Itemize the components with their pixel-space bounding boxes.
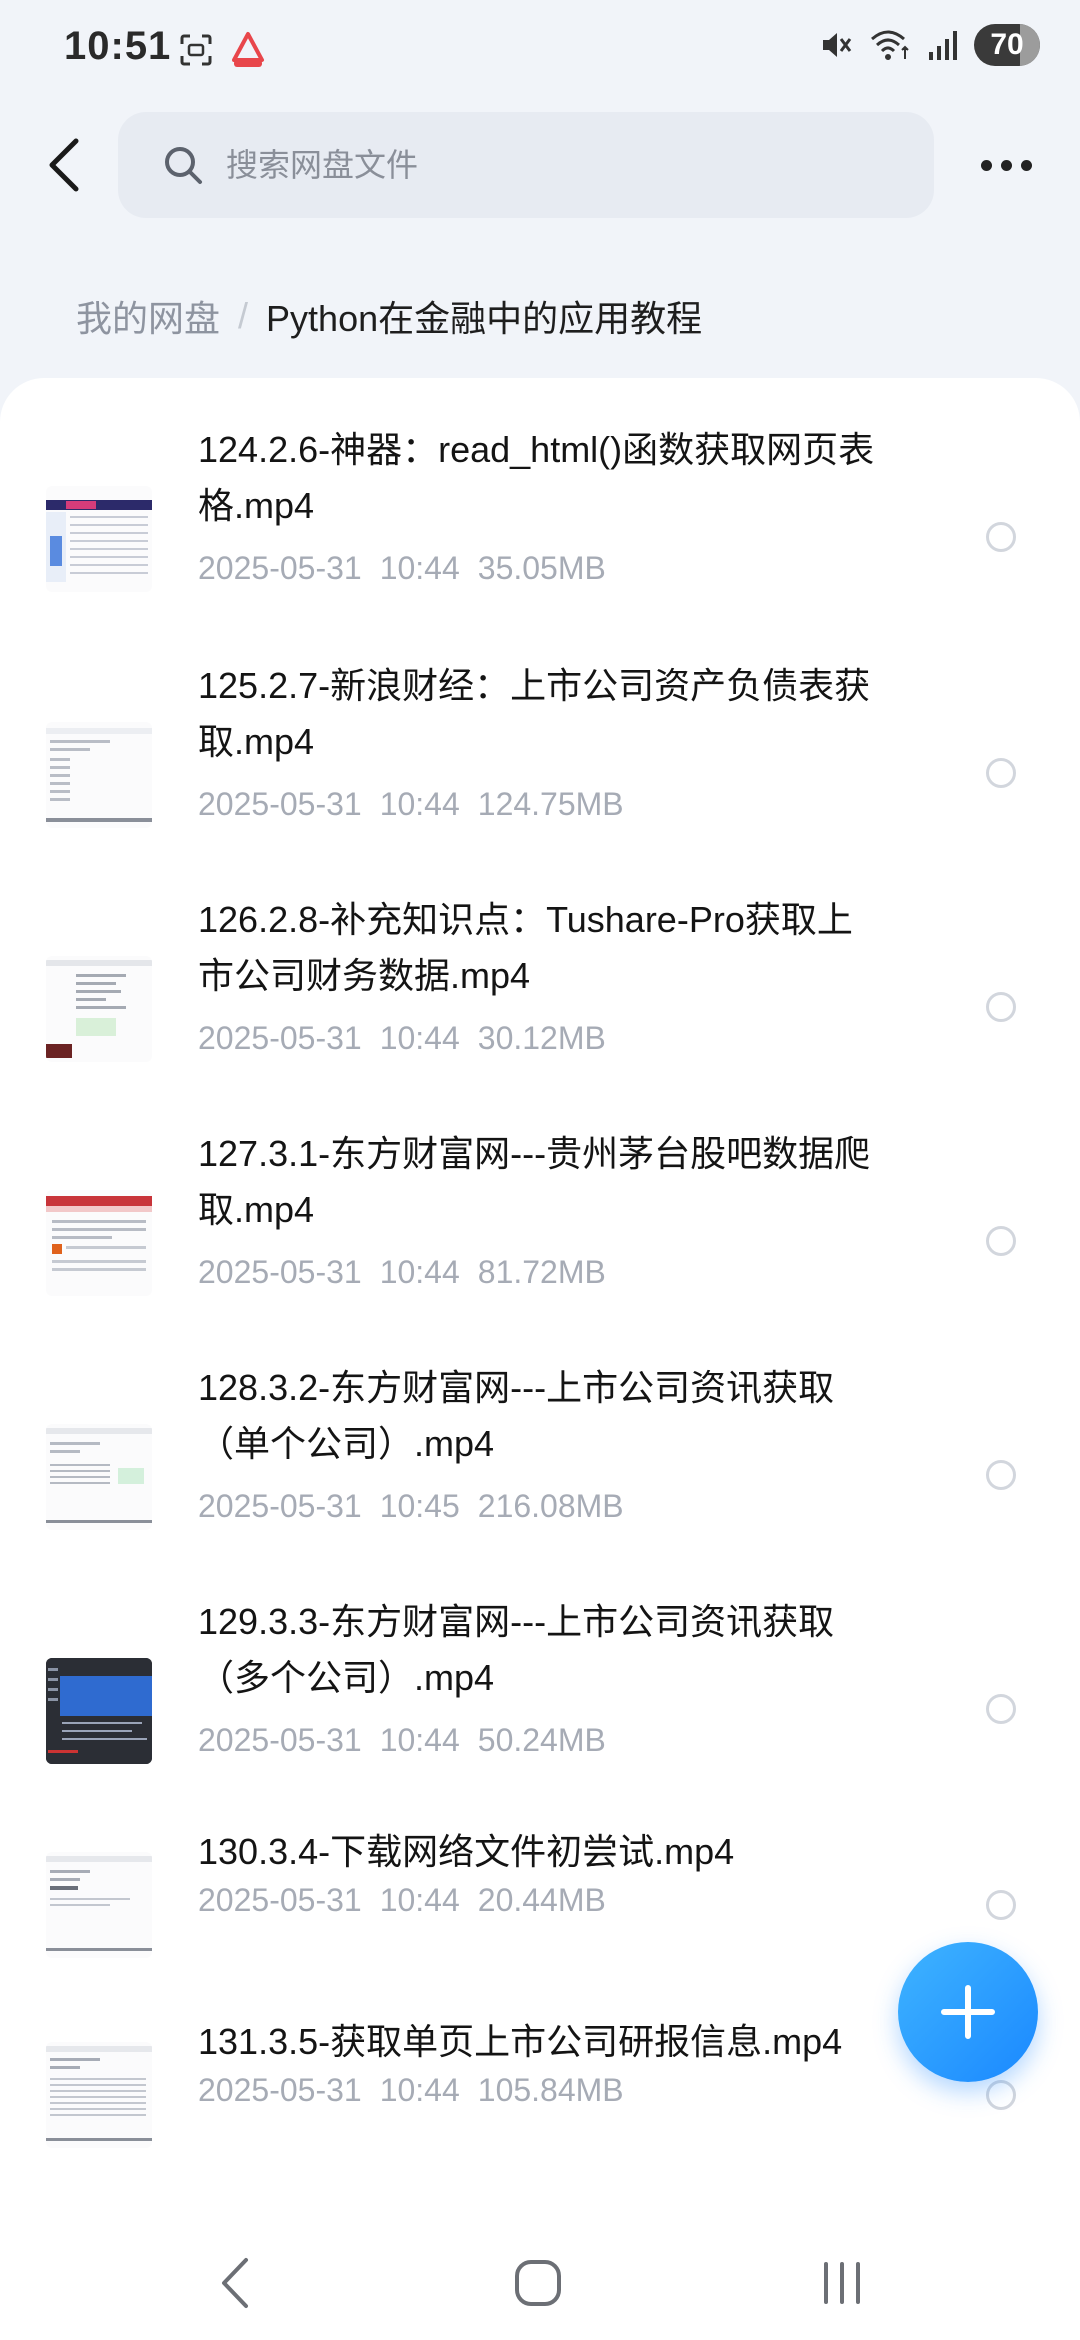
- file-row[interactable]: 125.2.7-新浪财经：上市公司资产负债表获 取.mp4 2025-05-31…: [0, 665, 1080, 868]
- file-name: 124.2.6-神器：read_html()函数获取网页表 格.mp4: [198, 429, 875, 526]
- wifi-icon: [871, 30, 909, 60]
- more-icon: [980, 159, 992, 171]
- select-radio[interactable]: [986, 1890, 1016, 1920]
- file-time: 10:44: [379, 550, 460, 586]
- file-time: 10:44: [379, 786, 460, 822]
- nav-recents-icon: [824, 2262, 860, 2304]
- file-size: 35.05MB: [477, 550, 606, 586]
- breadcrumb: 我的网盘 / Python在金融中的应用教程: [76, 290, 702, 342]
- file-size: 105.84MB: [477, 2072, 624, 2108]
- file-size: 20.44MB: [477, 1882, 606, 1918]
- file-name: 125.2.7-新浪财经：上市公司资产负债表获 取.mp4: [198, 665, 871, 762]
- file-name: 128.3.2-东方财富网---上市公司资讯获取 （单个公司）.mp4: [198, 1367, 835, 1464]
- file-time: 10:44: [379, 1020, 460, 1056]
- file-date: 2025-05-31: [198, 1722, 362, 1758]
- app-badge-icon: [232, 32, 264, 67]
- file-date: 2025-05-31: [198, 550, 362, 586]
- file-meta: 2025-05-31 10:44 81.72MB: [198, 1254, 624, 1291]
- file-row[interactable]: 128.3.2-东方财富网---上市公司资讯获取 （单个公司）.mp4 2025…: [0, 1367, 1080, 1570]
- file-name: 129.3.3-东方财富网---上市公司资讯获取 （多个公司）.mp4: [198, 1601, 835, 1698]
- breadcrumb-separator: /: [238, 295, 249, 336]
- select-radio[interactable]: [986, 992, 1016, 1022]
- file-date: 2025-05-31: [198, 1882, 362, 1918]
- video-thumbnail: [46, 1852, 152, 1958]
- file-size: 81.72MB: [477, 1254, 606, 1290]
- battery-indicator: 70: [974, 24, 1040, 66]
- file-meta: 2025-05-31 10:44 30.12MB: [198, 1020, 624, 1057]
- video-thumbnail: [46, 486, 152, 592]
- file-time: 10:44: [379, 2072, 460, 2108]
- file-row[interactable]: 124.2.6-神器：read_html()函数获取网页表 格.mp4 2025…: [0, 429, 1080, 632]
- file-row[interactable]: 126.2.8-补充知识点：Tushare-Pro获取上 市公司财务数据.mp4…: [0, 899, 1080, 1102]
- select-radio[interactable]: [986, 1226, 1016, 1256]
- file-date: 2025-05-31: [198, 1254, 362, 1290]
- file-meta: 2025-05-31 10:45 216.08MB: [198, 1488, 642, 1525]
- select-radio[interactable]: [986, 1460, 1016, 1490]
- plus-icon: [941, 1985, 995, 2039]
- select-radio[interactable]: [986, 2080, 1016, 2110]
- nav-recents-button[interactable]: [802, 2248, 882, 2318]
- status-left-icons: [178, 30, 268, 70]
- file-name: 127.3.1-东方财富网---贵州茅台股吧数据爬 取.mp4: [198, 1133, 871, 1230]
- video-thumbnail: [46, 1424, 152, 1530]
- file-size: 30.12MB: [477, 1020, 606, 1056]
- nav-back-icon: [222, 2258, 248, 2308]
- search-box[interactable]: [118, 112, 934, 218]
- breadcrumb-root[interactable]: 我的网盘: [76, 290, 220, 342]
- video-thumbnail: [46, 956, 152, 1062]
- file-time: 10:44: [379, 1722, 460, 1758]
- select-radio[interactable]: [986, 758, 1016, 788]
- system-nav-bar: [0, 2230, 1080, 2340]
- video-thumbnail: [46, 1190, 152, 1296]
- file-date: 2025-05-31: [198, 786, 362, 822]
- status-bar: 10:51 70: [0, 0, 1080, 100]
- file-row[interactable]: 129.3.3-东方财富网---上市公司资讯获取 （多个公司）.mp4 2025…: [0, 1601, 1080, 1804]
- nav-home-icon: [515, 2260, 561, 2306]
- file-size: 216.08MB: [477, 1488, 624, 1524]
- file-size: 50.24MB: [477, 1722, 606, 1758]
- file-date: 2025-05-31: [198, 1020, 362, 1056]
- file-name: 130.3.4-下载网络文件初尝试.mp4: [198, 1831, 735, 1872]
- search-input[interactable]: [224, 145, 848, 185]
- more-button[interactable]: [968, 140, 1044, 190]
- file-date: 2025-05-31: [198, 2072, 362, 2108]
- breadcrumb-current: Python在金融中的应用教程: [266, 298, 703, 339]
- file-meta: 2025-05-31 10:44 35.05MB: [198, 550, 624, 587]
- select-radio[interactable]: [986, 1694, 1016, 1724]
- status-right-icons: 70: [818, 24, 1040, 66]
- video-thumbnail: [46, 722, 152, 828]
- mute-icon: [823, 33, 852, 57]
- back-button[interactable]: [36, 130, 92, 200]
- file-name: 126.2.8-补充知识点：Tushare-Pro获取上 市公司财务数据.mp4: [198, 899, 853, 996]
- nav-back-button[interactable]: [196, 2248, 276, 2318]
- status-time: 10:51: [64, 24, 172, 68]
- file-row[interactable]: 127.3.1-东方财富网---贵州茅台股吧数据爬 取.mp4 2025-05-…: [0, 1133, 1080, 1336]
- signal-icon: [929, 31, 957, 60]
- video-thumbnail: [46, 2042, 152, 2148]
- nav-home-button[interactable]: [498, 2248, 578, 2318]
- file-date: 2025-05-31: [198, 1488, 362, 1524]
- file-meta: 2025-05-31 10:44 124.75MB: [198, 786, 642, 823]
- file-meta: 2025-05-31 10:44 105.84MB: [198, 2072, 642, 2109]
- file-time: 10:44: [379, 1882, 460, 1918]
- file-meta: 2025-05-31 10:44 50.24MB: [198, 1722, 624, 1759]
- file-time: 10:45: [379, 1488, 460, 1524]
- top-bar: [0, 110, 1080, 220]
- battery-level: 70: [990, 28, 1024, 61]
- file-size: 124.75MB: [477, 786, 624, 822]
- screenshot-icon: [180, 34, 212, 66]
- back-arrow-icon: [49, 138, 79, 192]
- file-name: 131.3.5-获取单页上市公司研报信息.mp4: [198, 2021, 843, 2062]
- add-fab-button[interactable]: [898, 1942, 1038, 2082]
- video-thumbnail: [46, 1658, 152, 1764]
- file-meta: 2025-05-31 10:44 20.44MB: [198, 1882, 624, 1919]
- select-radio[interactable]: [986, 522, 1016, 552]
- search-icon: [165, 147, 202, 184]
- file-time: 10:44: [379, 1254, 460, 1290]
